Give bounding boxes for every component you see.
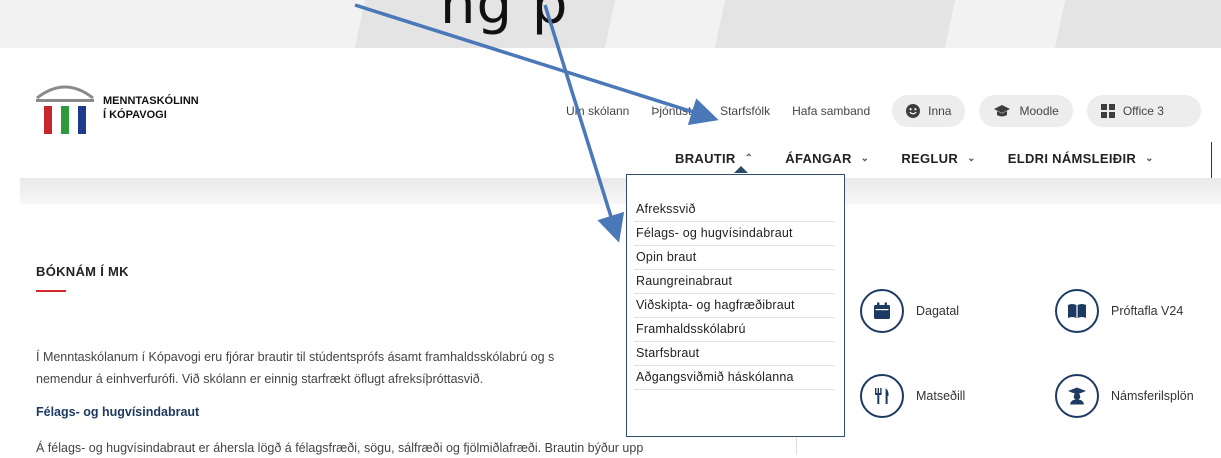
inna-label: Inna [928,104,952,118]
nav-afangar[interactable]: ÁFANGAR ⌄ [785,151,869,166]
utensils-icon [860,374,904,418]
nav-eldri-label: ELDRI NÁMSLEIÐIR [1007,151,1137,166]
hero-band [20,178,1221,204]
quick-link-label: Námsferilsplön [1111,389,1194,403]
logo-line-1: MENNTASKÓLINN [103,95,199,107]
dropdown-list: Afrekssvið Félags- og hugvísindabraut Op… [634,198,834,390]
moodle-label: Moodle [1019,104,1059,118]
quick-link-label: Matseðill [916,389,966,403]
dropdown-item-raungrein[interactable]: Raungreinabraut [634,270,834,294]
moodle-button[interactable]: Moodle [979,95,1073,127]
smiley-icon [906,104,921,118]
graduate-icon [1055,374,1099,418]
util-link-contact[interactable]: Hafa samband [792,104,870,118]
util-link-staff[interactable]: Starfsfólk [720,104,770,118]
utility-nav: Um skólann Þjónusta Starfsfólk Hafa samb… [566,95,1201,127]
chevron-down-icon: ⌄ [967,153,976,164]
dropdown-caret [734,166,748,173]
chevron-up-icon: ⌃ [744,153,754,164]
nav-eldri-namsleidir[interactable]: ELDRI NÁMSLEIÐIR ⌄ [1008,151,1154,166]
quick-link-dagatal[interactable]: Dagatal [860,289,959,333]
util-link-about[interactable]: Um skólann [566,104,629,118]
nav-divider [1211,142,1212,182]
nav-afangar-label: ÁFANGAR [785,151,852,166]
banner-shape [1054,0,1221,48]
intro-line-1: Í Menntaskólanum í Kópavogi eru fjórar b… [36,350,555,364]
logo-line-2: Í KÓPAVOGI [103,109,167,121]
title-underline [36,290,66,292]
caption-fragment: ng p [440,0,569,37]
banner-shape [714,0,956,48]
nav-brautir[interactable]: BRAUTIR ⌃ [675,151,753,166]
office-button[interactable]: Office 3 [1086,95,1201,127]
nav-brautir-label: BRAUTIR [675,151,736,166]
section-title: BÓKNÁM Í MK [36,264,129,279]
logo-text: MENNTASKÓLINN Í KÓPAVOGI [103,94,199,122]
dropdown-item-opin[interactable]: Opin braut [634,246,834,270]
calendar-icon [860,289,904,333]
intro-line-2: nemendur á einhverfurófi. Við skólann er… [36,372,484,386]
quick-link-matsedill[interactable]: Matseðill [860,374,965,418]
main-nav: BRAUTIR ⌃ ÁFANGAR ⌄ REGLUR ⌄ ELDRI NÁMSL… [675,151,1186,166]
windows-grid-icon [1100,104,1115,118]
nav-reglur-label: REGLUR [901,151,959,166]
chevron-down-icon: ⌄ [860,153,870,164]
quick-link-label: Dagatal [916,304,960,318]
office-label: Office 3 [1122,104,1164,118]
inna-button[interactable]: Inna [892,95,966,127]
nav-reglur[interactable]: REGLUR ⌄ [901,151,975,166]
dropdown-item-adgangs[interactable]: Aðgangsviðmið háskólanna [634,366,834,390]
book-icon [1055,289,1099,333]
dropdown-item-framhalds[interactable]: Framhaldsskólabrú [634,318,834,342]
top-banner: ng p [0,0,1221,48]
dropdown-item-vidskipta[interactable]: Viðskipta- og hagfræðibraut [634,294,834,318]
quick-link-label: Próftafla V24 [1111,304,1184,318]
brautir-dropdown-menu: Afrekssvið Félags- og hugvísindabraut Op… [626,174,845,437]
body-line: Á félags- og hugvísindabraut er áhersla … [36,441,644,455]
dropdown-item-felags[interactable]: Félags- og hugvísindabraut [634,222,834,246]
quick-link-namsferilsplon[interactable]: Námsferilsplön [1055,374,1194,418]
dropdown-item-starfs[interactable]: Starfsbraut [634,342,834,366]
graduation-cap-icon [993,104,1011,118]
quick-link-proftafla[interactable]: Próftafla V24 [1055,289,1183,333]
util-link-services[interactable]: Þjónusta [651,104,698,118]
dropdown-item-afrekssvid[interactable]: Afrekssvið [634,198,834,222]
logo-emblem-icon [36,85,94,134]
subheading-felags: Félags- og hugvísindabraut [36,405,200,419]
chevron-down-icon: ⌄ [1145,153,1154,164]
